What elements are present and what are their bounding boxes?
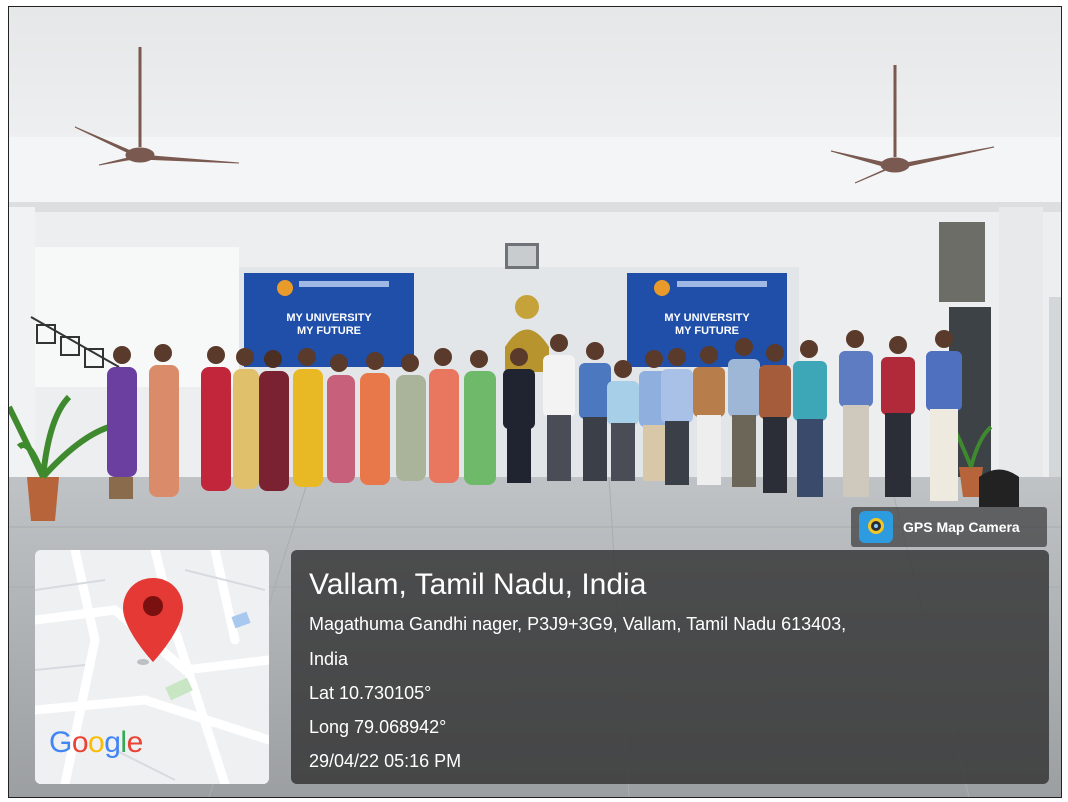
- person: [543, 334, 575, 481]
- camera-app-icon: [859, 511, 893, 543]
- google-logo-letter: e: [126, 726, 144, 759]
- google-logo: Google: [49, 726, 143, 760]
- map-thumbnail: Google: [35, 550, 269, 784]
- google-logo-letter: G: [49, 726, 72, 759]
- banner-left-text: MY UNIVERSITY: [286, 312, 372, 324]
- person: [149, 344, 179, 497]
- person: [839, 330, 873, 497]
- person: [793, 340, 827, 497]
- address-line: Magathuma Gandhi nager, P3J9+3G9, Vallam…: [309, 614, 847, 634]
- person: [926, 330, 962, 501]
- place-title: Vallam, Tamil Nadu, India: [309, 568, 647, 601]
- google-logo-letter: g: [104, 726, 121, 759]
- person: [881, 336, 915, 497]
- banner-right-text: MY UNIVERSITY: [664, 312, 750, 324]
- svg-text:MY FUTURE: MY FUTURE: [675, 325, 739, 337]
- google-logo-letter: o: [71, 726, 89, 759]
- person: [107, 346, 137, 499]
- svg-text:MY FUTURE: MY FUTURE: [297, 325, 361, 337]
- bag: [979, 469, 1019, 507]
- person: [728, 338, 760, 487]
- photo-frame: MY UNIVERSITY MY FUTURE MY UNIVERSITY MY…: [8, 6, 1062, 798]
- ceiling-beam: [9, 137, 1061, 207]
- gps-map-camera-badge: GPS Map Camera: [851, 507, 1047, 547]
- person: [759, 344, 791, 493]
- google-logo-letter: o: [88, 726, 105, 759]
- address-country: India: [309, 649, 349, 669]
- latitude-readout: Lat 10.730105°: [309, 683, 432, 703]
- timestamp: 29/04/22 05:16 PM: [309, 751, 462, 771]
- longitude-readout: Long 79.068942°: [309, 717, 447, 737]
- location-info-panel: Vallam, Tamil Nadu, India Magathuma Gand…: [291, 550, 1049, 784]
- gps-app-label: GPS Map Camera: [903, 519, 1020, 535]
